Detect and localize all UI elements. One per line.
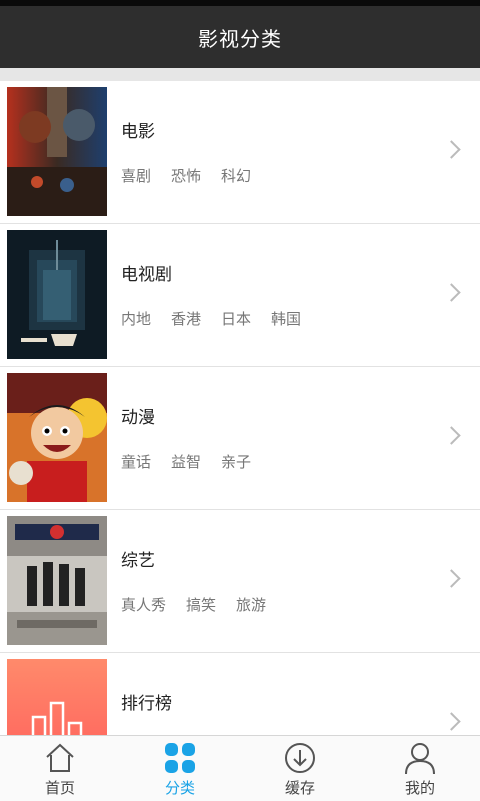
tab-profile[interactable]: 我的 bbox=[360, 736, 480, 801]
page-title: 影视分类 bbox=[198, 26, 282, 51]
chevron-right-icon bbox=[442, 712, 461, 731]
tag-link[interactable]: 童话 bbox=[121, 451, 151, 472]
chevron-right-icon bbox=[442, 283, 461, 302]
tag-link[interactable]: 科幻 bbox=[221, 165, 251, 186]
tag-link[interactable]: 搞笑 bbox=[186, 594, 216, 615]
tag-link[interactable]: 内地 bbox=[121, 308, 151, 329]
home-icon bbox=[46, 743, 74, 772]
category-item-anime[interactable]: 动漫 童话 益智 亲子 bbox=[0, 367, 480, 510]
movie-poster bbox=[7, 87, 107, 216]
anime-poster bbox=[7, 373, 107, 502]
category-tags: 童话 益智 亲子 bbox=[121, 451, 271, 472]
category-title: 综艺 bbox=[121, 551, 155, 571]
tab-label: 我的 bbox=[404, 779, 435, 797]
tab-cache[interactable]: 缓存 bbox=[240, 736, 360, 801]
chevron-right-icon bbox=[442, 140, 461, 159]
category-title: 电视剧 bbox=[121, 265, 172, 285]
tab-home[interactable]: 首页 bbox=[0, 736, 120, 801]
tag-link[interactable]: 旅游 bbox=[236, 594, 266, 615]
tag-link[interactable]: 香港 bbox=[171, 308, 201, 329]
tab-label: 分类 bbox=[164, 779, 195, 797]
category-tags: 喜剧 恐怖 科幻 bbox=[121, 165, 271, 186]
app-header: 影视分类 bbox=[0, 6, 480, 68]
tag-link[interactable]: 亲子 bbox=[221, 451, 251, 472]
tv-poster bbox=[7, 230, 107, 359]
category-item-variety[interactable]: 综艺 真人秀 搞笑 旅游 bbox=[0, 510, 480, 653]
category-title: 电影 bbox=[121, 122, 155, 142]
category-tags: 真人秀 搞笑 旅游 bbox=[121, 594, 286, 615]
category-title: 排行榜 bbox=[121, 694, 172, 714]
category-tags: 内地 香港 日本 韩国 bbox=[121, 308, 321, 329]
tag-link[interactable]: 喜剧 bbox=[121, 165, 151, 186]
tab-label: 缓存 bbox=[284, 779, 315, 797]
category-item-tv[interactable]: 电视剧 内地 香港 日本 韩国 bbox=[0, 224, 480, 367]
category-title: 动漫 bbox=[121, 408, 155, 428]
category-item-movie[interactable]: 电影 喜剧 恐怖 科幻 bbox=[0, 81, 480, 224]
variety-poster bbox=[7, 516, 107, 645]
category-item-ranking[interactable]: 排行榜 bbox=[0, 653, 480, 735]
category-list[interactable]: 电影 喜剧 恐怖 科幻 电视剧 内地 香港 日本 韩国 动漫 童话 益智 亲子 … bbox=[0, 81, 480, 735]
chevron-right-icon bbox=[442, 426, 461, 445]
header-divider bbox=[0, 68, 480, 81]
category-grid-icon bbox=[165, 743, 195, 773]
ranking-chart-icon bbox=[7, 659, 107, 735]
tag-link[interactable]: 韩国 bbox=[271, 308, 301, 329]
download-icon bbox=[285, 743, 315, 773]
user-icon bbox=[405, 743, 435, 775]
tag-link[interactable]: 恐怖 bbox=[171, 165, 201, 186]
tag-link[interactable]: 益智 bbox=[171, 451, 201, 472]
tab-label: 首页 bbox=[44, 779, 75, 797]
tag-link[interactable]: 日本 bbox=[221, 308, 251, 329]
chevron-right-icon bbox=[442, 569, 461, 588]
tab-category[interactable]: 分类 bbox=[120, 736, 240, 801]
bottom-tab-bar: 首页 分类 缓存 我的 bbox=[0, 735, 480, 801]
tag-link[interactable]: 真人秀 bbox=[121, 594, 166, 615]
